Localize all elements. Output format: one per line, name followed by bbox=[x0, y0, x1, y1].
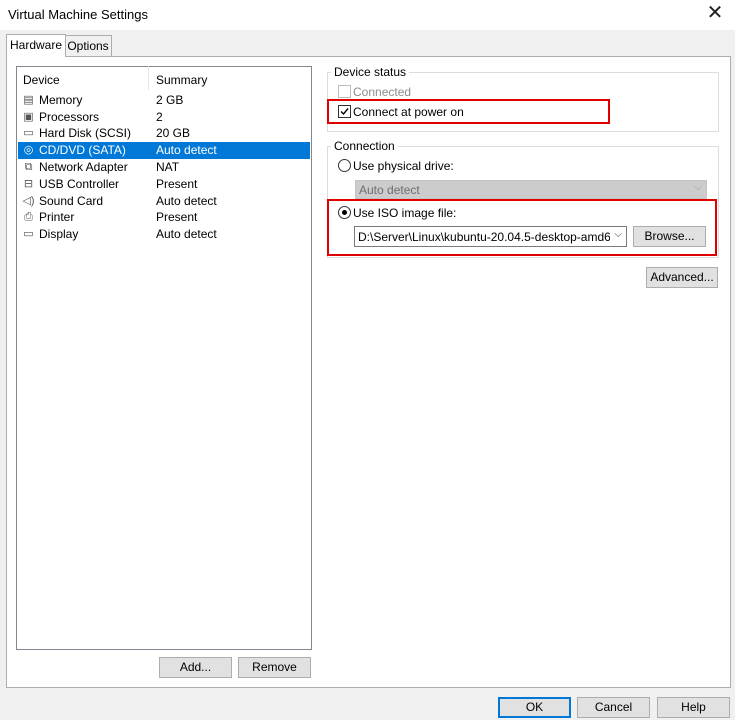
device-row-processors[interactable]: ▣ Processors 2 bbox=[18, 109, 310, 126]
device-name: Processors bbox=[39, 110, 100, 124]
column-separator[interactable] bbox=[148, 66, 149, 90]
tab-options[interactable]: Options bbox=[64, 35, 112, 56]
connected-label: Connected bbox=[353, 85, 412, 99]
chevron-down-icon: ⌵ bbox=[614, 229, 622, 240]
close-icon[interactable]: ✕ bbox=[701, 2, 729, 26]
device-summary: Auto detect bbox=[156, 227, 217, 241]
device-summary: 2 GB bbox=[156, 93, 184, 107]
device-summary: 2 bbox=[156, 110, 163, 124]
chevron-down-icon: ⌵ bbox=[694, 182, 702, 193]
usb-controller-icon: ⊟ bbox=[23, 178, 34, 190]
remove-device-button[interactable]: Remove bbox=[238, 657, 311, 678]
device-row-hard-disk[interactable]: ▭ Hard Disk (SCSI) 20 GB bbox=[18, 125, 310, 142]
device-name: Printer bbox=[39, 210, 75, 224]
connect-power-on-checkbox[interactable] bbox=[338, 105, 351, 118]
ok-button[interactable]: OK bbox=[498, 697, 571, 718]
device-row-memory[interactable]: ▤ Memory 2 GB bbox=[18, 92, 310, 109]
connected-checkbox[interactable] bbox=[338, 85, 351, 98]
device-name: Sound Card bbox=[39, 194, 104, 208]
device-summary: Auto detect bbox=[156, 194, 217, 208]
help-button[interactable]: Help bbox=[657, 697, 730, 718]
device-summary: 20 GB bbox=[156, 126, 191, 140]
title-bar: Virtual Machine Settings ✕ bbox=[0, 0, 735, 30]
device-summary: Present bbox=[156, 177, 198, 191]
tab-hardware[interactable]: Hardware bbox=[6, 34, 66, 57]
memory-icon: ▤ bbox=[23, 94, 34, 106]
cancel-button[interactable]: Cancel bbox=[577, 697, 650, 718]
iso-image-label: Use ISO image file: bbox=[353, 206, 457, 220]
physical-drive-select[interactable]: Auto detect ⌵ bbox=[355, 180, 707, 199]
browse-button[interactable]: Browse... bbox=[633, 226, 706, 247]
device-name: Memory bbox=[39, 93, 83, 107]
cd-dvd-icon: ◎ bbox=[23, 144, 34, 156]
device-name: Display bbox=[39, 227, 79, 241]
sound-card-icon: ◁) bbox=[22, 195, 35, 207]
advanced-button[interactable]: Advanced... bbox=[646, 267, 718, 288]
connect-power-on-label: Connect at power on bbox=[353, 105, 464, 119]
printer-icon: ⎙ bbox=[24, 211, 33, 223]
device-status-label: Device status bbox=[331, 65, 410, 79]
device-name: CD/DVD (SATA) bbox=[39, 143, 126, 157]
column-header-device[interactable]: Device bbox=[23, 73, 60, 87]
hard-disk-icon: ▭ bbox=[23, 127, 34, 139]
device-row-display[interactable]: ▭ Display Auto detect bbox=[18, 226, 310, 243]
device-row-usb-controller[interactable]: ⊟ USB Controller Present bbox=[18, 176, 310, 193]
radio-selected-dot bbox=[342, 210, 347, 215]
physical-drive-label: Use physical drive: bbox=[353, 159, 454, 173]
iso-path-combobox[interactable]: D:\Server\Linux\kubuntu-20.04.5-desktop-… bbox=[354, 226, 627, 247]
device-row-printer[interactable]: ⎙ Printer Present bbox=[18, 209, 310, 226]
device-row-network-adapter[interactable]: ⧉ Network Adapter NAT bbox=[18, 159, 310, 176]
physical-drive-radio[interactable] bbox=[338, 159, 351, 172]
device-row-cd-dvd[interactable]: ◎ CD/DVD (SATA) Auto detect bbox=[18, 142, 310, 159]
device-summary: NAT bbox=[156, 160, 180, 174]
checkmark-icon bbox=[340, 108, 349, 116]
iso-image-radio[interactable] bbox=[338, 206, 351, 219]
window-title: Virtual Machine Settings bbox=[8, 7, 148, 22]
device-name: Hard Disk (SCSI) bbox=[39, 126, 132, 140]
add-device-button[interactable]: Add... bbox=[159, 657, 232, 678]
device-summary: Present bbox=[156, 210, 198, 224]
physical-drive-value: Auto detect bbox=[359, 183, 420, 197]
connection-label: Connection bbox=[331, 139, 398, 153]
device-name: USB Controller bbox=[39, 177, 120, 191]
device-summary: Auto detect bbox=[156, 143, 217, 157]
display-icon: ▭ bbox=[23, 228, 34, 240]
device-name: Network Adapter bbox=[39, 160, 128, 174]
network-adapter-icon: ⧉ bbox=[24, 161, 33, 173]
column-header-summary[interactable]: Summary bbox=[156, 73, 207, 87]
iso-path-value: D:\Server\Linux\kubuntu-20.04.5-desktop-… bbox=[358, 230, 610, 244]
processor-icon: ▣ bbox=[23, 111, 34, 123]
device-row-sound-card[interactable]: ◁) Sound Card Auto detect bbox=[18, 193, 310, 210]
